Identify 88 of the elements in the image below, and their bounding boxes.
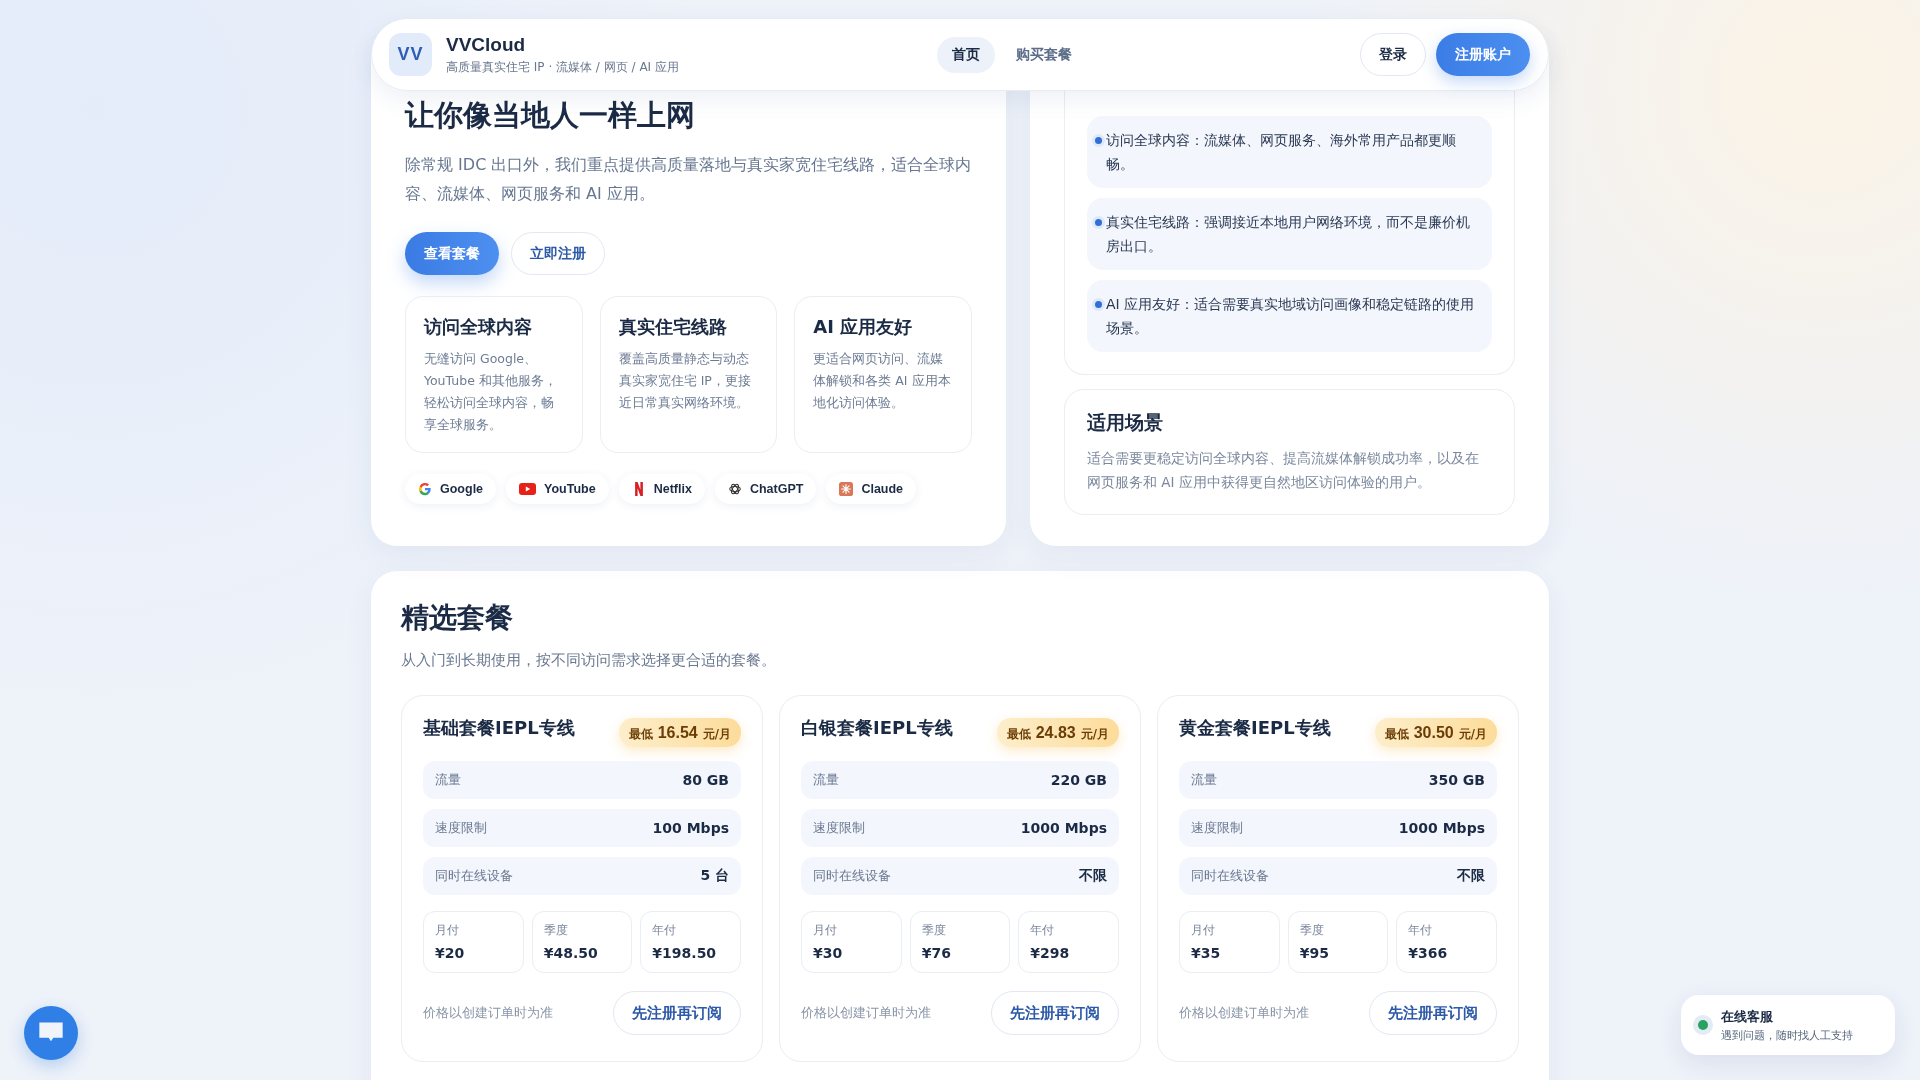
billing-period: 年付 xyxy=(652,922,678,939)
subscribe-button[interactable]: 先注册再订阅 xyxy=(1369,991,1497,1035)
service-name: Claude xyxy=(861,482,904,496)
spec-label: 流量 xyxy=(1191,771,1217,789)
feature-description: 覆盖高质量静态与动态真实家宽住宅 IP，更接近日常真实网络环境。 xyxy=(618,350,752,412)
starburst-icon xyxy=(839,482,854,496)
spec-label: 速度限制 xyxy=(435,819,487,837)
price-note: 价格以创建订单时为准 xyxy=(1179,1004,1309,1022)
feature-title: 访问全球内容 xyxy=(424,315,533,339)
price-value: ¥48.50 xyxy=(543,945,599,961)
tagline: 高质量真实住宅 IP · 流媒体 / 网页 / AI 应用 xyxy=(446,58,679,76)
feature-description: 无缝访问 Google、YouTube 和其他服务，轻松访问全球内容，畅享全球服务。 xyxy=(424,350,558,434)
spec-label: 速度限制 xyxy=(813,819,865,837)
feature-description: 更适合网页访问、流媒体解锁和各类 AI 应用本地化访问体验。 xyxy=(813,350,952,412)
spec-value: 100 Mbps xyxy=(652,820,729,836)
reason-text: AI 应用友好：适合需要真实地域访问画像和稳定链路的使用场景。 xyxy=(1106,295,1476,338)
spec-label: 速度限制 xyxy=(1191,819,1243,837)
reason-text: 访问全球内容：流媒体、网页服务、海外常用产品都更顺畅。 xyxy=(1106,131,1457,174)
view-plans-button[interactable]: 查看套餐 xyxy=(405,232,499,275)
price-value: ¥95 xyxy=(1299,945,1330,961)
price-badge: 最低 24.83 元/月 xyxy=(996,718,1119,747)
section-title: 精选套餐 xyxy=(401,600,514,636)
billing-period: 季度 xyxy=(921,922,947,939)
feature-title: 真实住宅线路 xyxy=(618,315,728,339)
billing-period: 年付 xyxy=(1030,922,1056,939)
spec-value: 不限 xyxy=(1457,867,1485,885)
service-name: YouTube xyxy=(544,482,596,496)
price-value: ¥35 xyxy=(1191,945,1222,961)
spec-label: 流量 xyxy=(435,771,461,789)
plan-name: 白银套餐IEPL专线 xyxy=(801,716,953,740)
brand-name: VVCloud xyxy=(446,33,527,56)
login-button[interactable]: 登录 xyxy=(1360,33,1426,76)
bullet-icon xyxy=(1095,301,1102,308)
scenario-title: 适用场景 xyxy=(1087,410,1164,435)
spec-label: 同时在线设备 xyxy=(813,867,891,885)
support-widget[interactable]: 在线客服 遇到问题，随时找人工支持 xyxy=(1681,995,1895,1055)
price-value: ¥298 xyxy=(1030,945,1071,961)
nav-link[interactable]: 购买套餐 xyxy=(1001,36,1087,73)
bullet-icon xyxy=(1095,137,1102,144)
spec-value: 1000 Mbps xyxy=(1020,820,1107,836)
billing-period: 月付 xyxy=(813,922,838,939)
support-title: 在线客服 xyxy=(1721,1007,1774,1026)
price-value: ¥20 xyxy=(435,945,466,961)
price-value: ¥366 xyxy=(1408,945,1449,961)
nav-link[interactable]: 首页 xyxy=(937,36,995,73)
play-icon xyxy=(519,483,537,495)
price-badge: 最低 16.54 元/月 xyxy=(618,718,741,747)
scenario-description: 适合需要更稳定访问全球内容、提高流媒体解锁成功率，以及在网页服务和 AI 应用中获得更自然地区访问体验的用户。 xyxy=(1087,449,1480,492)
plan-name: 黄金套餐IEPL专线 xyxy=(1179,716,1331,740)
billing-period: 季度 xyxy=(1299,922,1325,939)
bullet-icon xyxy=(1095,219,1102,226)
spec-value: 220 GB xyxy=(1050,772,1107,788)
subscribe-button[interactable]: 先注册再订阅 xyxy=(991,991,1119,1035)
billing-period: 季度 xyxy=(543,922,569,939)
knot-icon xyxy=(727,482,742,496)
spec-value: 1000 Mbps xyxy=(1398,820,1485,836)
support-subtitle: 遇到问题，随时找人工支持 xyxy=(1721,1027,1853,1043)
register-button[interactable]: 立即注册 xyxy=(511,232,605,275)
reason-text: 真实住宅线路：强调接近本地用户网络环境，而不是廉价机房出口。 xyxy=(1106,213,1471,256)
logo[interactable]: VV xyxy=(389,33,432,76)
service-name: Netflix xyxy=(653,482,692,496)
chat-button[interactable] xyxy=(24,1006,78,1060)
spec-label: 同时在线设备 xyxy=(435,867,513,885)
signup-button[interactable]: 注册账户 xyxy=(1436,33,1530,76)
section-subtitle: 从入门到长期使用，按不同访问需求选择更合适的套餐。 xyxy=(401,651,777,670)
service-name: Google xyxy=(440,482,484,496)
price-note: 价格以创建订单时为准 xyxy=(801,1004,931,1022)
spec-label: 同时在线设备 xyxy=(1191,867,1269,885)
spec-value: 不限 xyxy=(1079,867,1107,885)
price-value: ¥76 xyxy=(921,945,952,961)
subscribe-button[interactable]: 先注册再订阅 xyxy=(613,991,741,1035)
billing-period: 月付 xyxy=(1191,922,1216,939)
price-value: ¥30 xyxy=(813,945,844,961)
spec-value: 80 GB xyxy=(682,772,729,788)
price-note: 价格以创建订单时为准 xyxy=(423,1004,553,1022)
service-name: ChatGPT xyxy=(749,482,804,496)
spec-value: 5 台 xyxy=(700,867,729,885)
feature-title: AI 应用友好 xyxy=(813,315,914,339)
hero-title: 让你像当地人一样上网 xyxy=(405,97,696,134)
price-badge: 最低 30.50 元/月 xyxy=(1374,718,1497,747)
spec-label: 流量 xyxy=(813,771,839,789)
billing-period: 月付 xyxy=(435,922,460,939)
plan-name: 基础套餐IEPL专线 xyxy=(423,716,575,740)
spec-value: 350 GB xyxy=(1428,772,1485,788)
billing-period: 年付 xyxy=(1408,922,1434,939)
price-value: ¥198.50 xyxy=(652,945,718,961)
hero-description: 除常规 IDC 出口外，我们重点提供高质量落地与真实家宽住宅线路，适合全球内容、流媒体、网页服务和 AI 应用。 xyxy=(405,154,972,205)
google-g-icon xyxy=(418,482,432,496)
